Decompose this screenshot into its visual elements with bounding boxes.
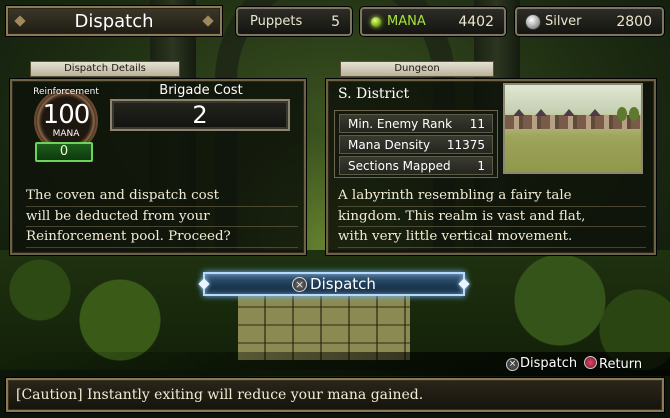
roof-shape: [563, 109, 575, 116]
stat-label: Mana Density: [348, 138, 431, 152]
tab-dispatch-details: Dispatch Details: [30, 61, 180, 77]
tree-shape: [617, 107, 627, 121]
mana-label: MANA: [387, 14, 426, 29]
screen-title: Dispatch: [74, 11, 154, 32]
description-line: A labyrinth resembling a fairy tale: [338, 186, 646, 207]
stat-value: 1: [477, 159, 485, 173]
brigade-cost-label: Brigade Cost: [159, 83, 243, 98]
message-line: Reinforcement pool. Proceed?: [26, 227, 298, 248]
hint-return-label: Return: [599, 357, 643, 372]
brigade-cost-value: 2: [110, 99, 290, 131]
description-line: kingdom. This realm is vast and flat,: [338, 207, 646, 227]
mana-value: 4402: [458, 14, 494, 30]
description-line: with very little vertical movement.: [338, 227, 646, 248]
mana-orb-icon: [371, 17, 381, 27]
reinforcement-field: 0: [35, 142, 93, 162]
reinforcement-value: 100: [42, 100, 91, 130]
reinforcement-unit: MANA: [52, 129, 80, 139]
mana-counter: MANA 4402: [360, 7, 506, 36]
stat-row-sections-mapped: Sections Mapped 1: [339, 156, 493, 175]
roof-shape: [589, 109, 601, 116]
stat-row-min-enemy-rank: Min. Enemy Rank 11: [339, 114, 493, 133]
puppets-counter: Puppets 5: [236, 7, 352, 36]
tab-dungeon: Dungeon: [340, 61, 494, 77]
puppets-label: Puppets: [250, 14, 303, 29]
stat-value: 11375: [446, 138, 485, 152]
screen-title-box: Dispatch: [6, 6, 222, 36]
reinforcement-label: Reinforcement: [33, 87, 99, 97]
caution-message: [Caution] Instantly exiting will reduce …: [6, 378, 664, 412]
stat-label: Min. Enemy Rank: [348, 117, 453, 131]
circle-button-icon: [584, 356, 597, 369]
message-line: will be deducted from your: [26, 207, 298, 227]
hint-dispatch[interactable]: × Dispatch: [506, 356, 577, 371]
stone-well: [238, 290, 410, 360]
dispatch-button[interactable]: × Dispatch: [198, 272, 470, 296]
stat-value: 11: [469, 117, 485, 131]
silver-coin-icon: [525, 14, 541, 30]
stat-row-mana-density: Mana Density 11375: [339, 135, 493, 154]
roof-shape: [535, 109, 547, 116]
stat-label: Sections Mapped: [348, 159, 451, 173]
dungeon-stats: Min. Enemy Rank 11 Mana Density 11375 Se…: [334, 110, 498, 178]
cross-button-icon: ×: [506, 358, 519, 371]
hint-return[interactable]: Return: [584, 356, 642, 372]
puppets-value: 5: [331, 14, 340, 30]
roof-shape: [513, 109, 525, 116]
cross-button-icon: ×: [292, 277, 308, 292]
dispatch-button-label: Dispatch: [310, 275, 376, 293]
silver-counter: Silver 2800: [515, 7, 664, 36]
dungeon-preview-image: [503, 83, 643, 174]
dispatch-message: The coven and dispatch cost will be dedu…: [26, 186, 298, 248]
silver-value: 2800: [616, 14, 652, 30]
dungeon-description: A labyrinth resembling a fairy tale king…: [338, 186, 646, 248]
message-line: The coven and dispatch cost: [26, 186, 298, 207]
dungeon-name: S. District: [338, 86, 410, 102]
tree-shape: [629, 107, 639, 121]
silver-label: Silver: [545, 14, 582, 29]
hint-dispatch-label: Dispatch: [520, 356, 578, 371]
